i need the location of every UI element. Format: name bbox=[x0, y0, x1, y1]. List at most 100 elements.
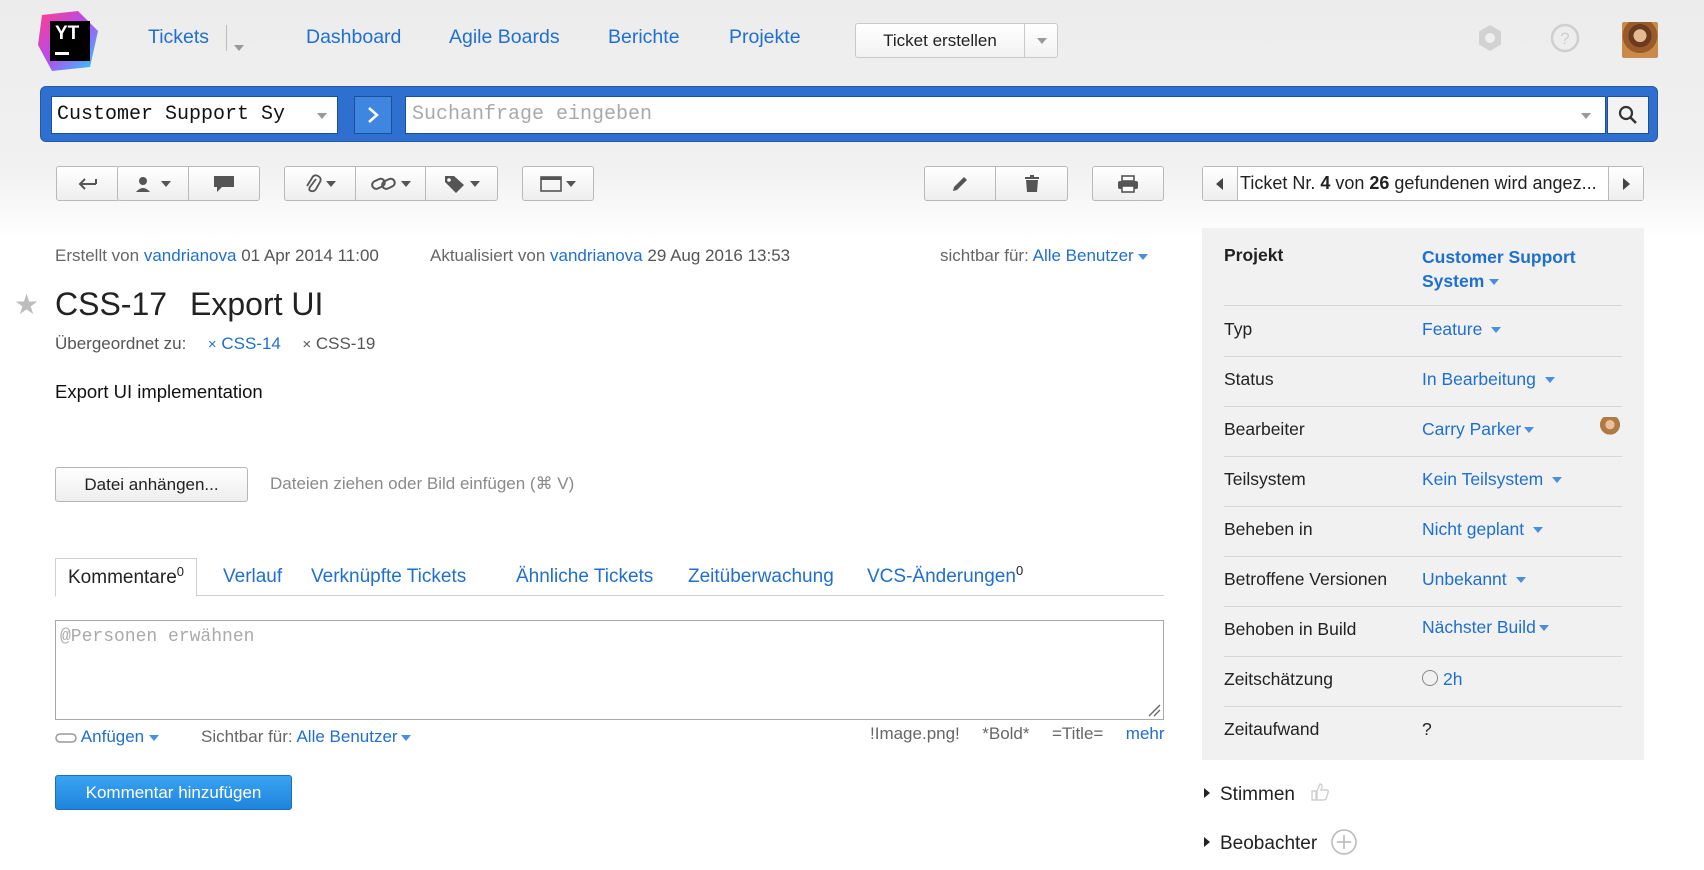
assignee-avatar bbox=[1599, 417, 1621, 439]
next-ticket-button[interactable] bbox=[1608, 167, 1643, 200]
field-teilsystem-value[interactable]: Kein Teilsystem bbox=[1422, 469, 1563, 490]
print-button[interactable] bbox=[1093, 167, 1163, 200]
nav-tickets[interactable]: Tickets bbox=[148, 26, 209, 49]
trash-icon bbox=[1024, 174, 1039, 192]
field-behoben-in-build: Behoben in Build Nächster Build bbox=[1224, 617, 1622, 657]
tab-label: Kommentare bbox=[68, 567, 177, 588]
add-watcher-icon[interactable] bbox=[1330, 828, 1358, 856]
field-bearbeiter-value[interactable]: Carry Parker bbox=[1422, 419, 1535, 440]
search-bar: Customer Support Sy Suchanfrage eingeben bbox=[40, 86, 1658, 142]
tab-verknuepfte-tickets[interactable]: Verknüpfte Tickets bbox=[311, 558, 466, 596]
link-button[interactable] bbox=[356, 167, 427, 200]
create-ticket-button[interactable]: Ticket erstellen bbox=[855, 23, 1058, 58]
project-context-value: Customer Support Sy bbox=[57, 103, 286, 126]
command-window-button[interactable] bbox=[523, 167, 593, 200]
field-value: Kein Teilsystem bbox=[1422, 469, 1544, 489]
chevron-down-icon bbox=[1138, 253, 1149, 260]
parent-label: Übergeordnet zu: bbox=[55, 334, 187, 353]
issue-id: CSS-17 bbox=[55, 286, 168, 322]
field-zeitschaetzung: Zeitschätzung 2h bbox=[1224, 669, 1622, 707]
delete-button[interactable] bbox=[996, 167, 1067, 200]
thumbs-up-icon[interactable] bbox=[1310, 782, 1330, 802]
parent-link-css-19[interactable]: CSS-19 bbox=[316, 334, 376, 353]
updated-by-link[interactable]: vandrianova bbox=[550, 246, 643, 265]
visibility-dropdown[interactable]: Alle Benutzer bbox=[1033, 246, 1149, 265]
field-projekt-value[interactable]: Customer Support System bbox=[1422, 245, 1576, 293]
comment-visibility-dropdown[interactable]: Alle Benutzer bbox=[296, 727, 411, 746]
field-beheben-in-value[interactable]: Nicht geplant bbox=[1422, 519, 1544, 540]
edit-button[interactable] bbox=[925, 167, 996, 200]
search-button[interactable] bbox=[1607, 96, 1649, 134]
tag-button[interactable] bbox=[426, 167, 497, 200]
field-label: Projekt bbox=[1224, 245, 1284, 265]
user-avatar[interactable] bbox=[1622, 22, 1658, 58]
help-icon[interactable]: ? bbox=[1549, 22, 1581, 54]
add-comment-button[interactable]: Kommentar hinzufügen bbox=[55, 775, 292, 810]
tab-zeitueberwachung[interactable]: Zeitüberwachung bbox=[688, 558, 834, 596]
pager-number: 4 bbox=[1320, 173, 1331, 193]
nav-berichte[interactable]: Berichte bbox=[608, 26, 680, 49]
field-typ-value[interactable]: Feature bbox=[1422, 319, 1502, 340]
updated-date: 29 Aug 2016 13:53 bbox=[647, 246, 791, 265]
tickets-dropdown-caret[interactable] bbox=[234, 36, 244, 59]
chevron-down-icon bbox=[1036, 37, 1047, 44]
comment-attach[interactable]: Anfügen bbox=[55, 727, 159, 747]
field-label: Zeitaufwand bbox=[1224, 719, 1320, 739]
back-button[interactable] bbox=[57, 167, 119, 200]
field-value: Feature bbox=[1422, 319, 1483, 339]
tab-count: 0 bbox=[176, 564, 185, 579]
star-icon[interactable]: ★ bbox=[14, 288, 39, 321]
field-behoben-in-build-value[interactable]: Nächster Build bbox=[1422, 617, 1549, 638]
attach-file-button[interactable]: Datei anhängen... bbox=[55, 467, 248, 502]
chevron-down-icon[interactable] bbox=[1581, 113, 1591, 119]
issue-description[interactable]: Export UI implementation bbox=[55, 381, 263, 403]
printer-icon bbox=[1118, 174, 1138, 193]
tab-aehnliche-tickets[interactable]: Ähnliche Tickets bbox=[516, 558, 653, 596]
chevron-down-icon bbox=[317, 113, 327, 119]
created-by-link[interactable]: vandrianova bbox=[144, 246, 237, 265]
arrow-left-icon bbox=[78, 177, 97, 190]
nav-projekte[interactable]: Projekte bbox=[729, 26, 801, 49]
watchers-section[interactable]: Beobachter bbox=[1204, 828, 1358, 856]
comment-textarea[interactable]: @Personen erwähnen bbox=[55, 620, 1164, 720]
field-value-line1: Customer Support bbox=[1422, 247, 1576, 267]
field-label: Zeitschätzung bbox=[1224, 669, 1333, 689]
votes-section[interactable]: Stimmen bbox=[1204, 782, 1330, 806]
search-placeholder: Suchanfrage eingeben bbox=[412, 103, 653, 126]
project-context-select[interactable]: Customer Support Sy bbox=[51, 96, 338, 134]
tab-verlauf[interactable]: Verlauf bbox=[223, 558, 282, 596]
resize-handle-icon[interactable] bbox=[1147, 703, 1161, 717]
settings-icon[interactable] bbox=[1474, 22, 1506, 54]
pager-middle: von bbox=[1330, 173, 1370, 193]
comment-button[interactable] bbox=[189, 167, 260, 200]
issue-title[interactable]: Export UI bbox=[190, 286, 323, 323]
parent-link-css-14[interactable]: CSS-14 bbox=[221, 334, 281, 353]
remove-link-icon[interactable]: × bbox=[302, 336, 311, 353]
nav-agile-boards[interactable]: Agile Boards bbox=[449, 26, 560, 49]
field-zeitaufwand-value[interactable]: ? bbox=[1422, 719, 1432, 740]
tab-kommentare[interactable]: Kommentare0 bbox=[55, 558, 198, 597]
remove-link-icon[interactable]: × bbox=[208, 336, 217, 353]
pager-suffix: gefundenen wird angez... bbox=[1389, 173, 1597, 193]
create-ticket-label[interactable]: Ticket erstellen bbox=[856, 24, 1024, 57]
previous-ticket-button[interactable] bbox=[1203, 167, 1238, 200]
youtrack-logo[interactable]: YT bbox=[38, 9, 102, 73]
field-status-value[interactable]: In Bearbeitung bbox=[1422, 369, 1555, 390]
created-label: Erstellt von bbox=[55, 246, 140, 265]
context-go-button[interactable] bbox=[354, 96, 392, 134]
search-input[interactable]: Suchanfrage eingeben bbox=[405, 96, 1606, 134]
attachment-button[interactable] bbox=[285, 167, 356, 200]
tab-vcs-aenderungen[interactable]: VCS-Änderungen0 bbox=[867, 558, 1023, 596]
votes-label: Stimmen bbox=[1220, 784, 1295, 805]
field-beheben-in: Beheben in Nicht geplant bbox=[1224, 519, 1622, 557]
field-teilsystem: Teilsystem Kein Teilsystem bbox=[1224, 469, 1622, 507]
nav-dashboard[interactable]: Dashboard bbox=[306, 26, 401, 49]
comment-icon bbox=[213, 175, 234, 192]
field-betroffene-versionen-value[interactable]: Unbekannt bbox=[1422, 569, 1526, 590]
field-zeitschaetzung-value[interactable]: 2h bbox=[1422, 669, 1462, 690]
create-ticket-dropdown[interactable] bbox=[1025, 24, 1058, 57]
assign-button[interactable] bbox=[118, 167, 189, 200]
pager-text: Ticket Nr. 4 von 26 gefundenen wird ange… bbox=[1238, 167, 1608, 200]
field-label: Typ bbox=[1224, 319, 1253, 339]
markup-more-link[interactable]: mehr bbox=[1126, 724, 1165, 743]
